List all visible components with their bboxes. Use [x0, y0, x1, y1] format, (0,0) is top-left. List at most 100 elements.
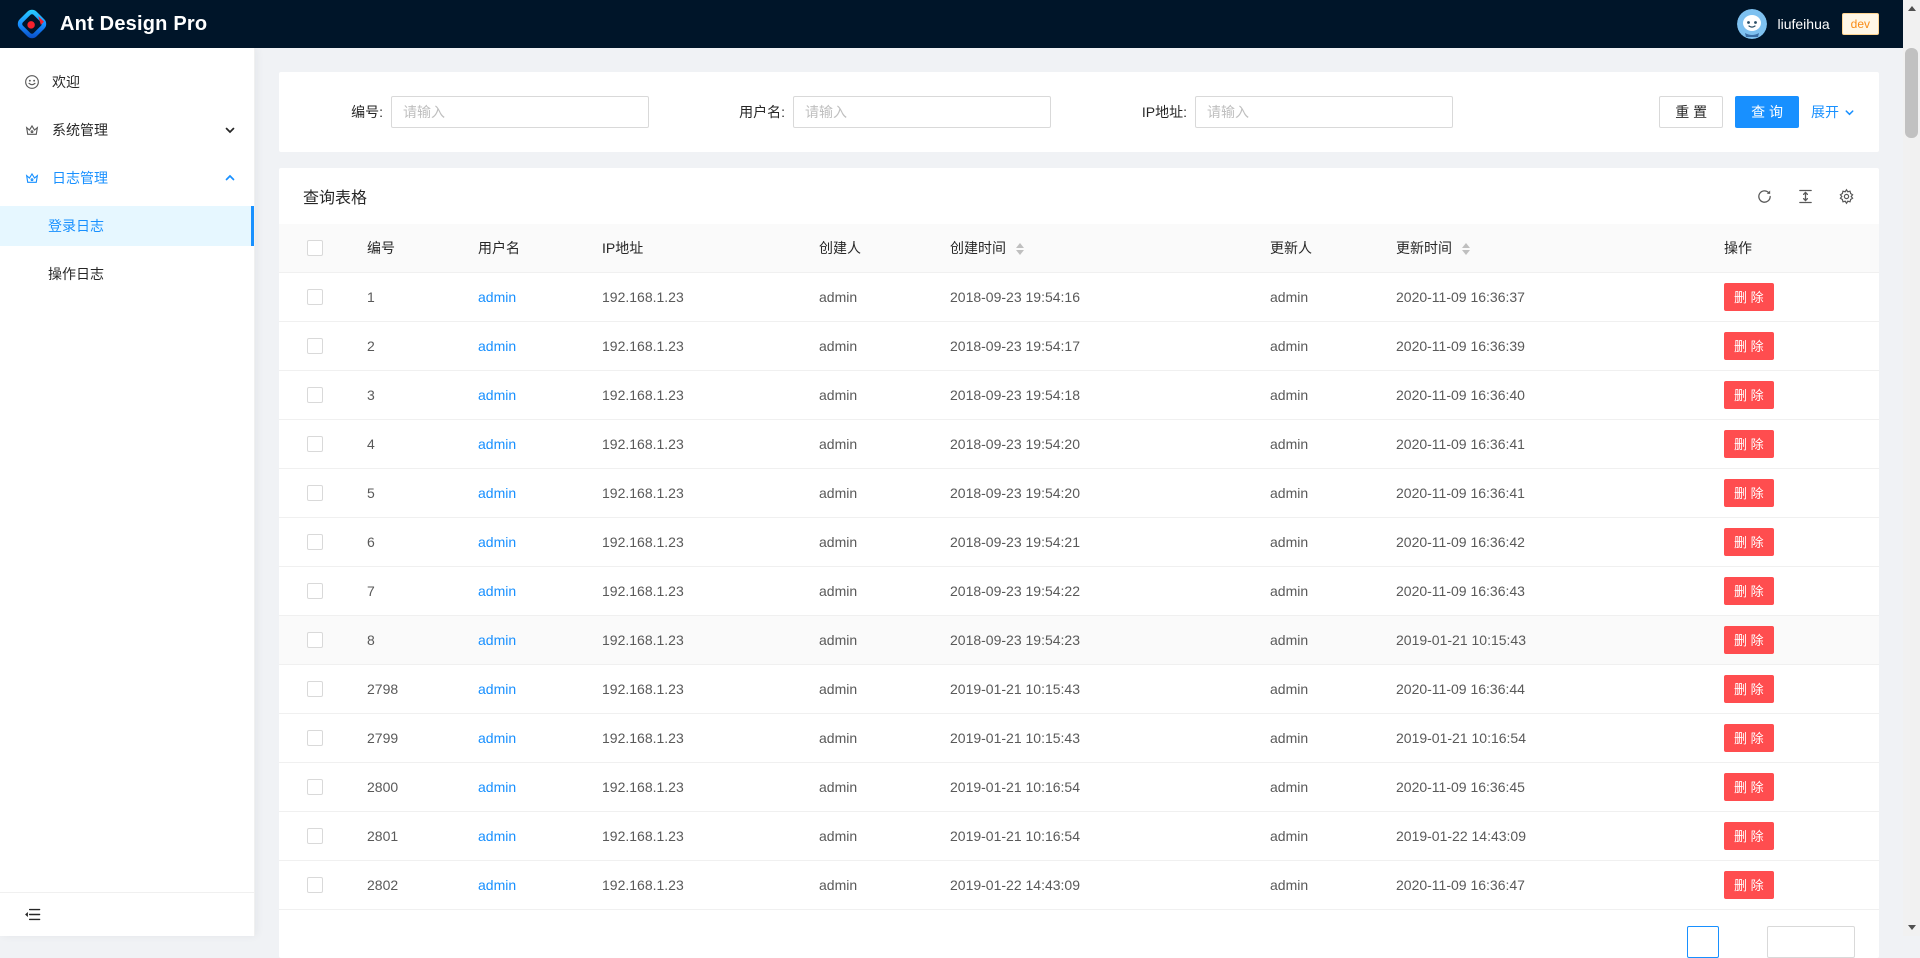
row-checkbox[interactable] [307, 583, 323, 599]
delete-button[interactable]: 删 除 [1724, 724, 1774, 752]
table-row: 1 admin 192.168.1.23 admin 2018-09-23 19… [279, 272, 1879, 321]
pagination-next-button[interactable] [1727, 926, 1759, 958]
delete-button[interactable]: 删 除 [1724, 381, 1774, 409]
sidebar: 欢迎 系统管理 日志管理 [0, 48, 255, 936]
username-link[interactable]: admin [478, 828, 516, 844]
avatar[interactable] [1737, 9, 1767, 39]
sidebar-item-label: 欢迎 [52, 72, 80, 92]
scroll-up-arrow[interactable] [1903, 0, 1920, 17]
scroll-down-arrow[interactable] [1903, 919, 1920, 936]
cell-creator: admin [803, 762, 934, 811]
cell-updater: admin [1254, 811, 1380, 860]
row-checkbox[interactable] [307, 436, 323, 452]
delete-button[interactable]: 删 除 [1724, 626, 1774, 654]
row-checkbox[interactable] [307, 485, 323, 501]
row-checkbox[interactable] [307, 289, 323, 305]
sidebar-item-welcome[interactable]: 欢迎 [0, 62, 254, 102]
logo[interactable]: Ant Design Pro [16, 8, 207, 40]
delete-button[interactable]: 删 除 [1724, 675, 1774, 703]
smile-icon [24, 74, 40, 90]
sort-icons[interactable] [1462, 243, 1470, 255]
cell-updater: admin [1254, 713, 1380, 762]
row-checkbox[interactable] [307, 877, 323, 893]
cell-id: 2 [351, 321, 462, 370]
delete-button[interactable]: 删 除 [1724, 332, 1774, 360]
username-link[interactable]: admin [478, 877, 516, 893]
column-header-created-at[interactable]: 创建时间 [934, 224, 1254, 272]
sidebar-item-login-log[interactable]: 登录日志 [0, 206, 254, 246]
cell-id: 1 [351, 272, 462, 321]
row-checkbox[interactable] [307, 779, 323, 795]
username-link[interactable]: admin [478, 485, 516, 501]
delete-button[interactable]: 删 除 [1724, 528, 1774, 556]
select-all-checkbox[interactable] [307, 240, 323, 256]
username-link[interactable]: admin [478, 681, 516, 697]
table-card: 查询表格 [279, 168, 1879, 958]
row-checkbox[interactable] [307, 387, 323, 403]
cell-updated-at: 2020-11-09 16:36:43 [1380, 566, 1708, 615]
row-checkbox[interactable] [307, 534, 323, 550]
header-user[interactable]: liufeihua dev [1737, 9, 1879, 39]
scrollbar-thumb[interactable] [1905, 48, 1918, 138]
row-checkbox[interactable] [307, 338, 323, 354]
delete-button[interactable]: 删 除 [1724, 577, 1774, 605]
reset-button[interactable]: 重 置 [1659, 96, 1723, 128]
row-checkbox[interactable] [307, 632, 323, 648]
search-actions: 重 置 查 询 展开 [1659, 96, 1855, 128]
sidebar-item-log-management[interactable]: 日志管理 [0, 158, 254, 198]
username-link[interactable]: admin [478, 632, 516, 648]
menu-fold-icon[interactable] [24, 906, 41, 923]
cell-updater: admin [1254, 419, 1380, 468]
chevron-down-icon [224, 124, 236, 136]
column-header-updated-at[interactable]: 更新时间 [1380, 224, 1708, 272]
delete-button[interactable]: 删 除 [1724, 479, 1774, 507]
username-input[interactable] [793, 96, 1051, 128]
delete-button[interactable]: 删 除 [1724, 430, 1774, 458]
column-header-ip: IP地址 [586, 224, 803, 272]
cell-updater: admin [1254, 566, 1380, 615]
delete-button[interactable]: 删 除 [1724, 822, 1774, 850]
username-link[interactable]: admin [478, 387, 516, 403]
pagination-size-select[interactable] [1767, 926, 1855, 958]
row-checkbox[interactable] [307, 681, 323, 697]
cell-creator: admin [803, 860, 934, 909]
delete-button[interactable]: 删 除 [1724, 283, 1774, 311]
expand-link[interactable]: 展开 [1811, 102, 1855, 122]
cell-creator: admin [803, 811, 934, 860]
username-link[interactable]: admin [478, 338, 516, 354]
delete-button[interactable]: 删 除 [1724, 871, 1774, 899]
cell-ip: 192.168.1.23 [586, 517, 803, 566]
cell-created-at: 2018-09-23 19:54:22 [934, 566, 1254, 615]
settings-icon[interactable] [1838, 188, 1855, 205]
table-row: 7 admin 192.168.1.23 admin 2018-09-23 19… [279, 566, 1879, 615]
cell-updater: admin [1254, 517, 1380, 566]
sidebar-item-operation-log[interactable]: 操作日志 [0, 254, 254, 294]
username-link[interactable]: admin [478, 779, 516, 795]
row-checkbox[interactable] [307, 730, 323, 746]
density-icon[interactable] [1797, 188, 1814, 205]
cell-ip: 192.168.1.23 [586, 860, 803, 909]
id-input[interactable] [391, 96, 649, 128]
cell-updater: admin [1254, 664, 1380, 713]
sidebar-item-system-management[interactable]: 系统管理 [0, 110, 254, 150]
cell-id: 8 [351, 615, 462, 664]
vertical-scrollbar[interactable] [1903, 0, 1920, 936]
query-button[interactable]: 查 询 [1735, 96, 1799, 128]
delete-button[interactable]: 删 除 [1724, 773, 1774, 801]
ip-input[interactable] [1195, 96, 1453, 128]
table-toolbar [1756, 188, 1855, 205]
cell-updater: admin [1254, 860, 1380, 909]
username-link[interactable]: admin [478, 534, 516, 550]
reload-icon[interactable] [1756, 188, 1773, 205]
cell-updated-at: 2020-11-09 16:36:39 [1380, 321, 1708, 370]
row-checkbox[interactable] [307, 828, 323, 844]
sort-icons[interactable] [1016, 243, 1024, 255]
username-link[interactable]: admin [478, 583, 516, 599]
username-link[interactable]: admin [478, 289, 516, 305]
pagination-current-page[interactable] [1687, 926, 1719, 958]
username: liufeihua [1777, 16, 1829, 32]
cell-updated-at: 2020-11-09 16:36:44 [1380, 664, 1708, 713]
username-link[interactable]: admin [478, 436, 516, 452]
cell-creator: admin [803, 615, 934, 664]
username-link[interactable]: admin [478, 730, 516, 746]
